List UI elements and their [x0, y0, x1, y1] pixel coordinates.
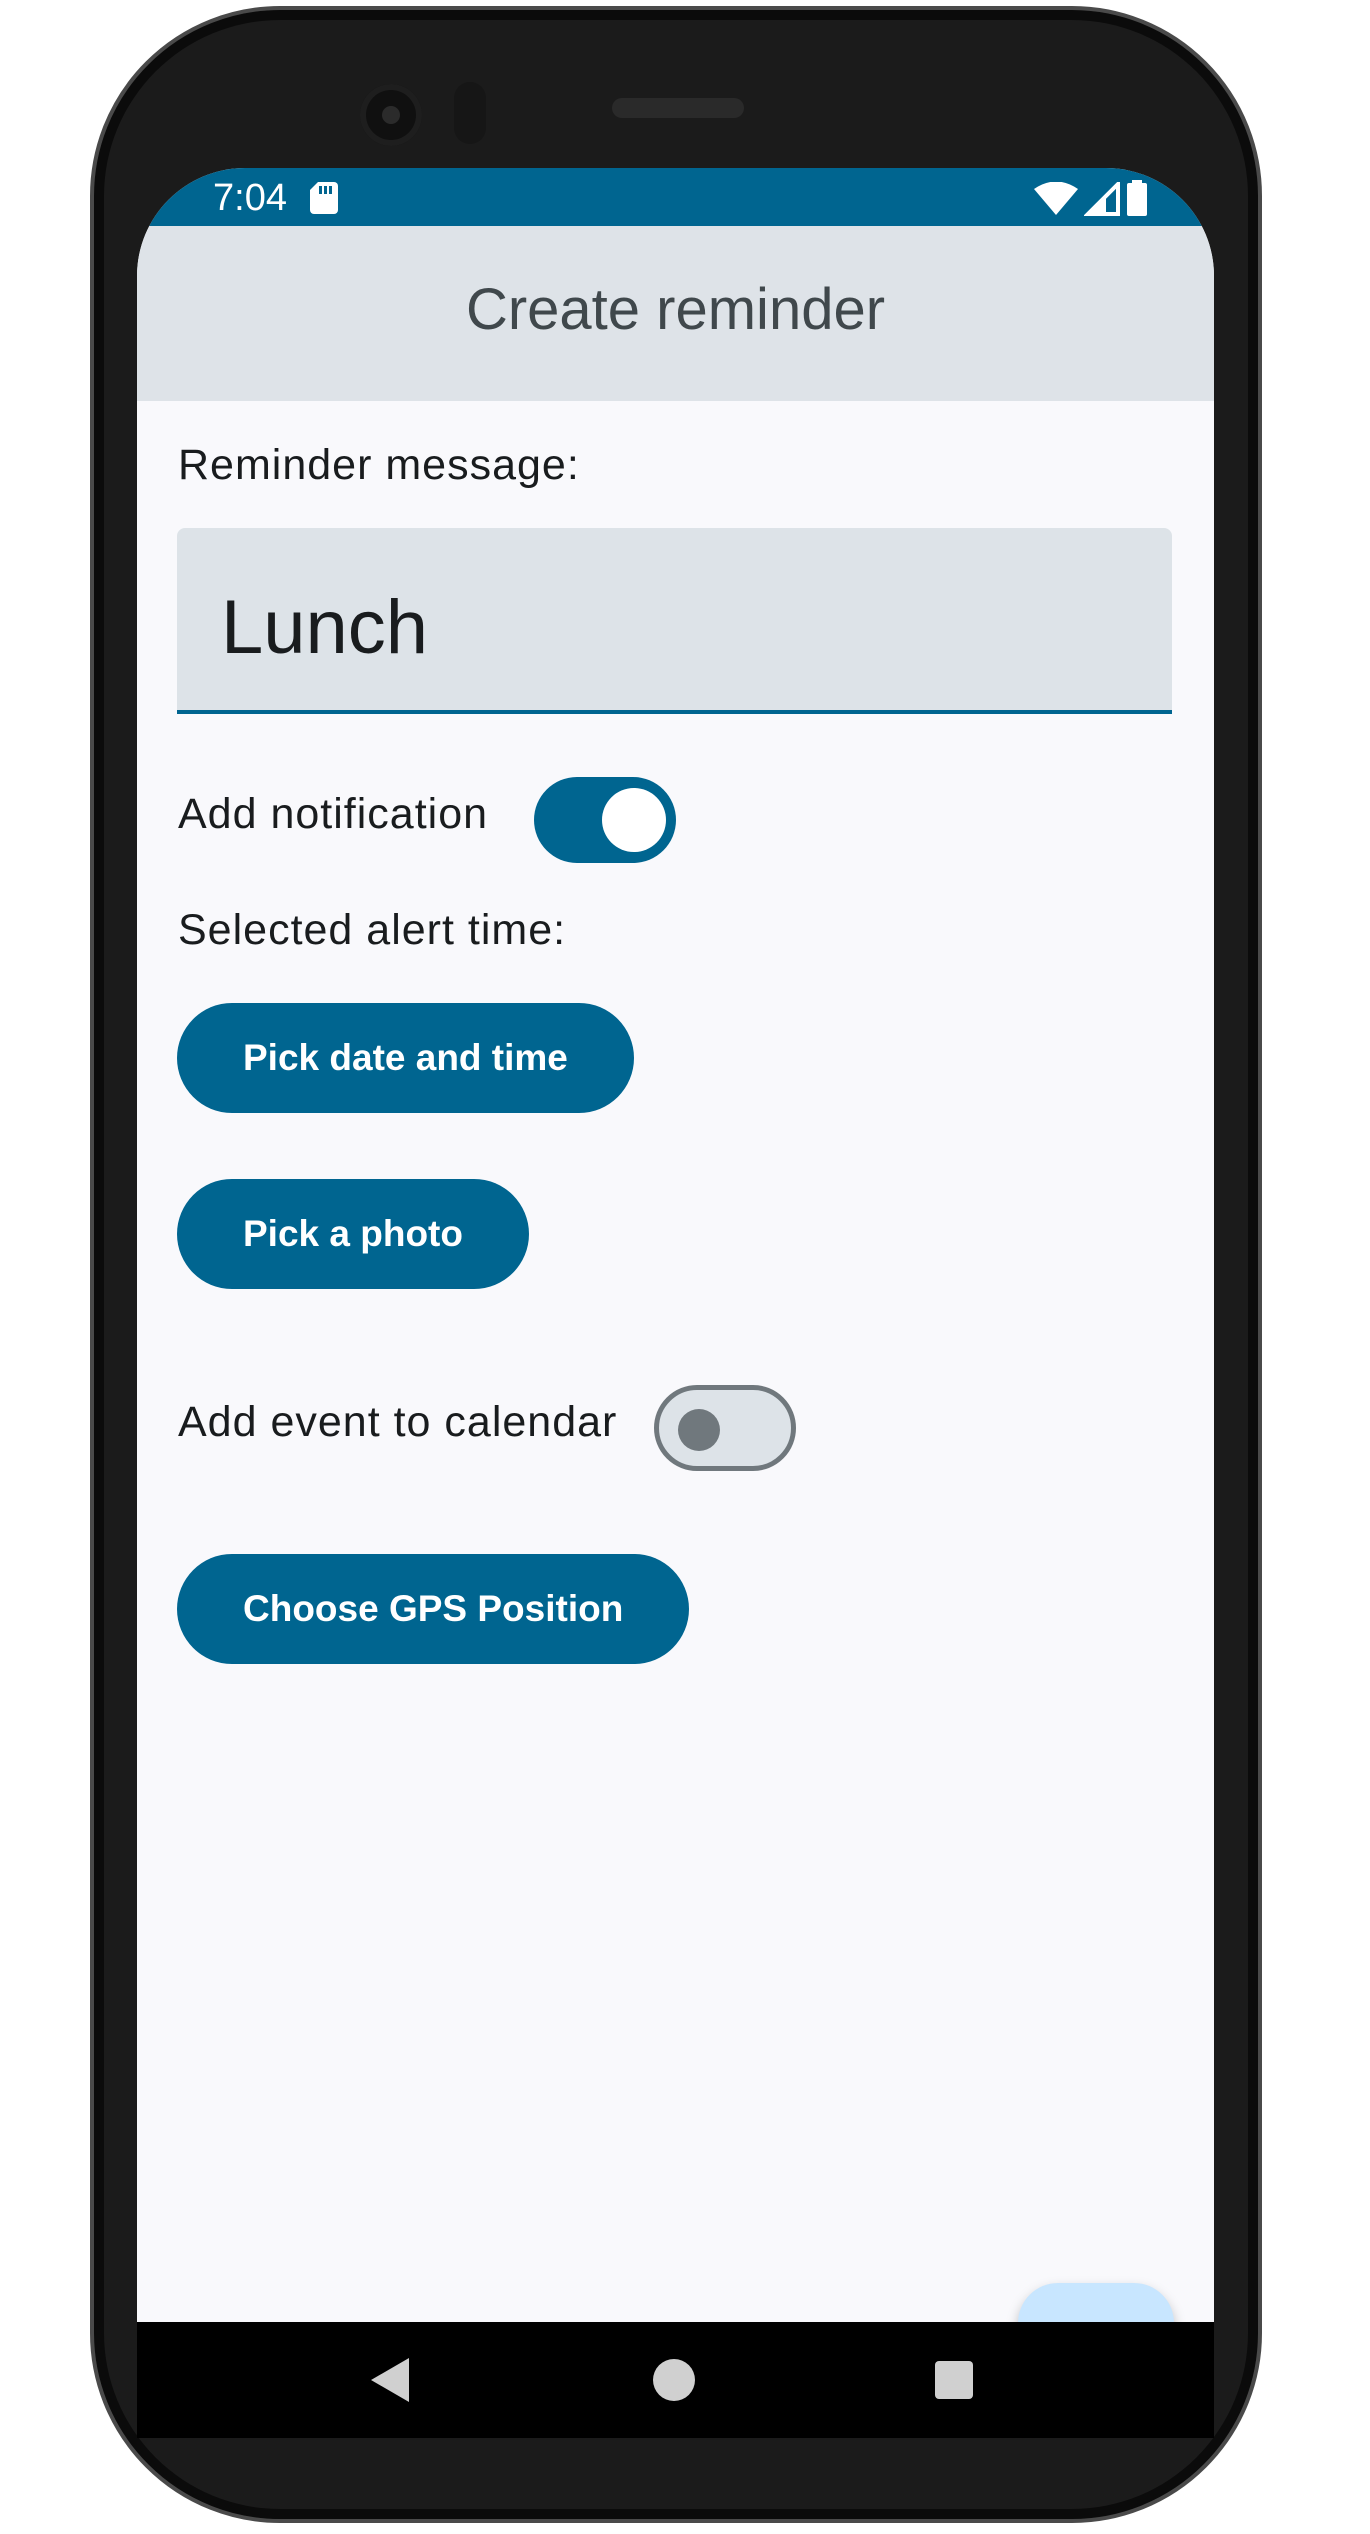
navigation-bar: [137, 2322, 1214, 2438]
alert-time-label: Selected alert time:: [178, 906, 567, 954]
recents-icon[interactable]: [935, 2361, 973, 2399]
front-camera: [360, 84, 422, 146]
device-frame: 7:04 Create reminder Reminder message: L…: [0, 0, 1370, 2534]
calendar-label: Add event to calendar: [178, 1398, 618, 1446]
message-label: Reminder message:: [178, 441, 580, 489]
back-icon[interactable]: [371, 2358, 411, 2402]
status-bar: 7:04: [137, 168, 1214, 226]
pick-photo-button[interactable]: Pick a photo: [177, 1179, 529, 1289]
screen: 7:04 Create reminder Reminder message: L…: [137, 168, 1214, 2438]
switch-thumb: [678, 1409, 720, 1451]
top-app-bar: Create reminder: [137, 226, 1214, 401]
notification-label: Add notification: [178, 790, 489, 838]
switch-thumb: [602, 788, 666, 852]
proximity-sensor: [454, 82, 486, 144]
reminder-message-value[interactable]: Lunch: [221, 584, 428, 671]
notification-switch[interactable]: [534, 777, 676, 863]
sd-card-icon: [310, 182, 338, 214]
wifi-icon: [1034, 182, 1078, 215]
status-icons: [1034, 180, 1148, 216]
home-icon[interactable]: [653, 2359, 695, 2401]
earpiece-speaker: [612, 98, 744, 118]
reminder-message-field[interactable]: Lunch: [177, 528, 1172, 714]
choose-gps-button[interactable]: Choose GPS Position: [177, 1554, 690, 1664]
pick-date-time-button[interactable]: Pick date and time: [177, 1003, 634, 1113]
signal-icon: [1084, 182, 1120, 216]
status-time: 7:04: [213, 177, 287, 219]
calendar-switch[interactable]: [654, 1385, 796, 1471]
page-title: Create reminder: [465, 277, 886, 342]
battery-icon: [1127, 180, 1147, 216]
